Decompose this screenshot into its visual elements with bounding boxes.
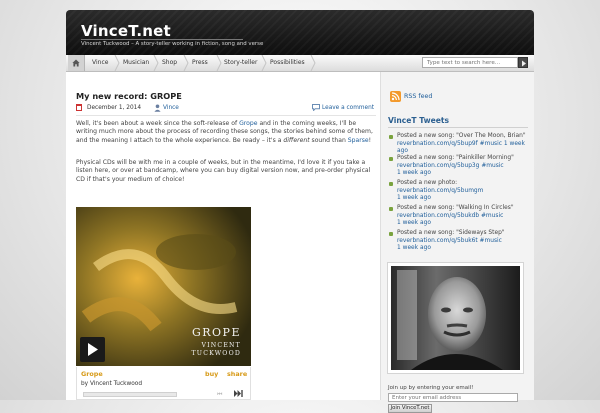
site-header: VinceT.net Vincent Tuckwood – A story-te… bbox=[66, 10, 534, 55]
tweet-body: Posted a new song: "Sideways Step" bbox=[397, 230, 505, 236]
nav-separator bbox=[183, 55, 189, 71]
portrait-image bbox=[391, 266, 520, 370]
main-nav: Vince Musician Shop Press Story-teller P… bbox=[66, 55, 534, 72]
buy-link[interactable]: buy bbox=[205, 370, 218, 378]
tweet-link[interactable]: reverbnation.com/q/5buk6t bbox=[397, 238, 478, 244]
emphasis-text: different bbox=[283, 136, 310, 144]
tweet-time[interactable]: 1 week ago bbox=[397, 245, 533, 253]
nav-separator bbox=[310, 55, 316, 71]
comment-icon bbox=[312, 104, 320, 111]
progress-bar[interactable] bbox=[83, 392, 177, 397]
audio-player: Grope buy share by Vincent Tuckwood ⏮ bbox=[76, 367, 251, 400]
main-content: My new record: GROPE December 1, 2014 Vi… bbox=[66, 72, 380, 400]
nav-separator bbox=[114, 55, 120, 71]
rss-glyph bbox=[391, 92, 400, 101]
tweet-text: Posted a new song: "Sideways Step" rever… bbox=[397, 230, 533, 253]
bullet-icon bbox=[389, 207, 393, 211]
nav-item-possibilities[interactable]: Possibilities bbox=[270, 55, 305, 71]
search-input[interactable] bbox=[422, 57, 518, 68]
leave-comment-link[interactable]: Leave a comment bbox=[322, 105, 374, 111]
tweets-heading: VinceT Tweets bbox=[388, 116, 450, 125]
join-button[interactable]: Join VinceT.net bbox=[388, 404, 432, 413]
nav-separator bbox=[216, 55, 222, 71]
album-cover[interactable]: GROPE VINCENT TUCKWOOD bbox=[76, 207, 251, 366]
profile-photo-frame bbox=[387, 262, 524, 374]
paragraph-text: ! bbox=[368, 136, 372, 144]
track-artist: by Vincent Tuckwood bbox=[81, 381, 143, 387]
tweet-link[interactable]: reverbnation.com/q/5bup9f bbox=[397, 141, 478, 147]
tweet-text: Posted a new song: "Painkiller Morning" … bbox=[397, 155, 533, 178]
cover-title: GROPE bbox=[191, 326, 241, 339]
tweet-body: Posted a new song: "Walking In Circles" bbox=[397, 205, 514, 211]
title-underline bbox=[81, 39, 243, 40]
rss-feed-link[interactable]: RSS feed bbox=[404, 93, 432, 100]
tweet-text: Posted a new song: "Over The Moon, Brian… bbox=[397, 133, 533, 156]
post-author[interactable]: Vince bbox=[163, 105, 179, 111]
sidebar: RSS feed VinceT Tweets Posted a new song… bbox=[380, 72, 534, 413]
bullet-icon bbox=[389, 232, 393, 236]
nav-item-press[interactable]: Press bbox=[192, 55, 208, 71]
home-button[interactable] bbox=[68, 55, 85, 71]
tweet-hashtag[interactable]: #music bbox=[481, 213, 503, 219]
site-title[interactable]: VinceT.net bbox=[81, 22, 171, 40]
tweet-link[interactable]: reverbnation.com/q/5bup3g bbox=[397, 163, 479, 169]
nav-separator bbox=[153, 55, 159, 71]
tweet-body: Posted a new photo: bbox=[397, 180, 458, 186]
calendar-icon bbox=[76, 104, 82, 111]
nav-item-shop[interactable]: Shop bbox=[162, 55, 177, 71]
tweet-link[interactable]: reverbnation.com/q/5bukdb bbox=[397, 213, 479, 219]
search-button[interactable] bbox=[518, 57, 528, 68]
page-wrapper: VinceT.net Vincent Tuckwood – A story-te… bbox=[66, 10, 534, 413]
tweet-body: Posted a new song: "Painkiller Morning" bbox=[397, 155, 514, 161]
skip-forward-icon[interactable] bbox=[234, 390, 243, 397]
tweet-time[interactable]: 1 week ago bbox=[397, 220, 533, 228]
home-icon bbox=[72, 59, 80, 67]
tweet-link[interactable]: reverbnation.com/q/5bumgm bbox=[397, 188, 483, 194]
share-link[interactable]: share bbox=[227, 370, 247, 378]
post-date: December 1, 2014 bbox=[87, 105, 142, 111]
bullet-icon bbox=[389, 182, 393, 186]
profile-photo[interactable] bbox=[391, 266, 520, 370]
post-paragraph-1: Well, it's been about a week since the s… bbox=[76, 120, 378, 145]
cover-artist-first: VINCENT bbox=[201, 342, 241, 349]
paragraph-text: sound than bbox=[309, 136, 348, 144]
rss-icon[interactable] bbox=[390, 91, 401, 102]
tweet-time[interactable]: 1 week ago bbox=[397, 170, 533, 178]
tweet-text: Posted a new photo: reverbnation.com/q/5… bbox=[397, 180, 533, 203]
tweet-body: Posted a new song: "Over The Moon, Brian… bbox=[397, 133, 526, 139]
bullet-icon bbox=[389, 157, 393, 161]
post-meta: December 1, 2014 Vince Leave a comment bbox=[76, 103, 376, 116]
post-paragraph-2: Physical CDs will be with me in a couple… bbox=[76, 159, 371, 183]
post-title[interactable]: My new record: GROPE bbox=[76, 91, 182, 101]
tweet-text: Posted a new song: "Walking In Circles" … bbox=[397, 205, 533, 228]
play-icon bbox=[88, 343, 98, 356]
tweet-hashtag[interactable]: #music bbox=[480, 141, 502, 147]
play-button[interactable] bbox=[80, 337, 105, 362]
skip-back-icon[interactable]: ⏮ bbox=[217, 391, 222, 399]
tweet-time[interactable]: 1 week ago bbox=[397, 195, 533, 203]
sparse-link[interactable]: Sparse bbox=[348, 137, 369, 144]
arrow-right-icon bbox=[522, 60, 526, 67]
user-icon bbox=[154, 104, 161, 112]
track-title[interactable]: Grope bbox=[81, 370, 103, 378]
bullet-icon bbox=[389, 135, 393, 139]
site-description: Vincent Tuckwood – A story-teller workin… bbox=[81, 41, 264, 47]
tweet-hashtag[interactable]: #music bbox=[480, 238, 502, 244]
email-field[interactable] bbox=[388, 393, 518, 402]
cover-artist-last: TUCKWOOD bbox=[191, 350, 241, 357]
nav-item-story-teller[interactable]: Story-teller bbox=[224, 55, 257, 71]
nav-separator bbox=[261, 55, 267, 71]
nav-item-musician[interactable]: Musician bbox=[123, 55, 149, 71]
divider bbox=[388, 127, 528, 128]
join-prompt: Join up by entering your email! bbox=[388, 385, 474, 391]
nav-item-vince[interactable]: Vince bbox=[92, 55, 108, 71]
tweet-hashtag[interactable]: #music bbox=[481, 163, 503, 169]
paragraph-text: Well, it's been about a week since the s… bbox=[76, 120, 240, 127]
grope-link[interactable]: Grope bbox=[239, 120, 257, 127]
